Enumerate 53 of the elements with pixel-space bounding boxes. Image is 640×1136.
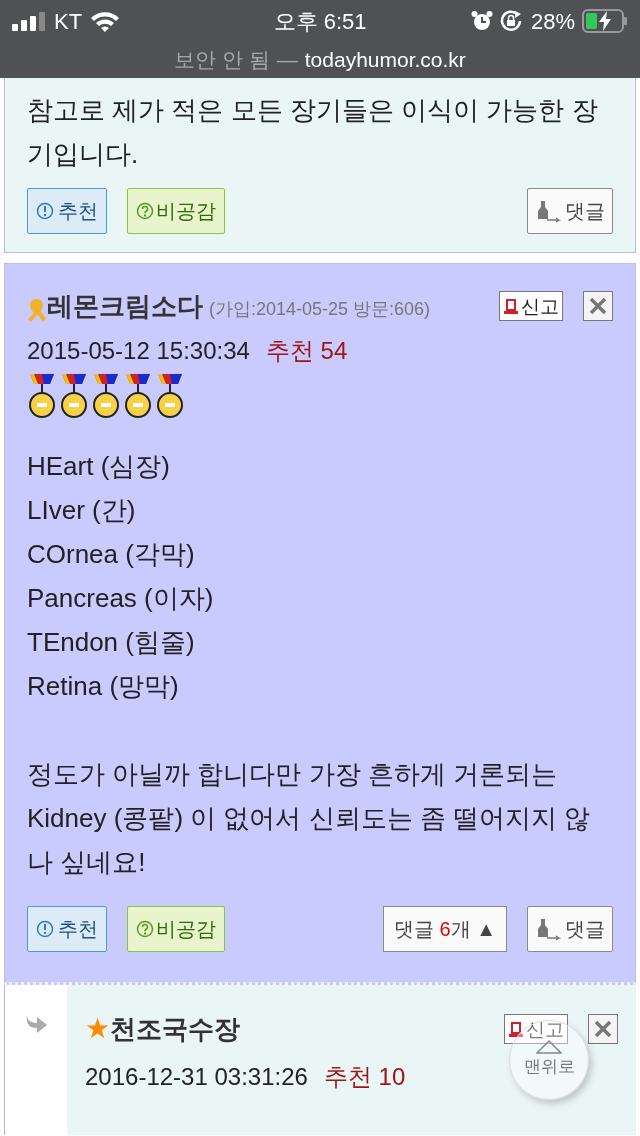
security-label: 보안 안 됨 <box>174 47 270 74</box>
star-mark: ★ <box>85 1012 110 1046</box>
close-button[interactable] <box>583 291 613 321</box>
post-date: 2016-12-31 03:31:26 <box>85 1062 308 1092</box>
author-name: 천조국수장 <box>110 1012 240 1046</box>
comment-text: 참고로 제가 적은 모든 장기들은 이식이 가능한 장기입니다. <box>27 94 599 171</box>
dislike-button[interactable]: 비공감 <box>127 188 225 234</box>
reply-button[interactable]: 댓글 <box>527 906 613 952</box>
exclamation-icon <box>36 920 54 938</box>
question-icon <box>136 202 154 220</box>
reply-button[interactable]: 댓글 <box>527 188 613 234</box>
battery-percent: 28% <box>530 7 575 36</box>
exclamation-icon <box>36 202 54 220</box>
medal-icon <box>155 374 185 420</box>
recommend-button[interactable]: 추천 <box>27 906 107 952</box>
close-icon <box>594 1020 612 1038</box>
comment-line: HEart (심장) <box>27 450 171 483</box>
comment-line: Retina (망막) <box>27 670 180 703</box>
member-info: (가입:2014-05-25 방문:606) <box>209 297 431 321</box>
siren-icon <box>508 1020 524 1038</box>
dislike-button[interactable]: 비공감 <box>127 906 225 952</box>
separator-dash: — <box>276 47 298 74</box>
bell-arrow-icon <box>535 917 563 941</box>
medal-icon <box>27 374 57 420</box>
comment-line: TEndon (힘줄) <box>27 626 196 659</box>
bell-arrow-icon <box>535 199 563 223</box>
comment-text: 정도가 아닐까 합니다만 가장 흔하게 거론되는 Kidney (콩팥) 이 없어서 신뢰도는 좀 떨어지지 않나 싶네요! <box>27 758 592 879</box>
comments-toggle-button[interactable]: 댓글 6개 ▲ <box>382 906 507 952</box>
question-icon <box>136 920 154 938</box>
url-text: todayhumor.co.kr <box>304 47 466 74</box>
report-button[interactable]: 신고 <box>504 1014 568 1044</box>
rotation-lock-icon <box>499 10 524 32</box>
signal-icon <box>12 11 46 31</box>
post-date: 2015-05-12 15:30:34 <box>27 336 250 366</box>
comment-line: LIver (간) <box>27 494 137 527</box>
siren-icon <box>503 297 519 315</box>
report-button[interactable]: 신고 <box>499 291 563 321</box>
close-button[interactable] <box>588 1014 618 1044</box>
up-triangle-icon <box>536 1040 562 1055</box>
medal-icon <box>59 374 89 420</box>
recommend-count: 추천 54 <box>265 336 348 366</box>
carrier-name: KT <box>54 7 83 36</box>
alarm-icon <box>470 10 493 32</box>
author-name: 레몬크림소다 <box>47 289 203 323</box>
recommend-count: 추천 10 <box>323 1062 406 1092</box>
medal-icon <box>91 374 121 420</box>
comment-line: COrnea (각막) <box>27 538 196 571</box>
wifi-icon <box>90 10 121 32</box>
clock-time: 오후 6:51 <box>272 7 368 36</box>
close-icon <box>589 297 607 315</box>
recommend-button[interactable]: 추천 <box>27 188 107 234</box>
medal-icon <box>123 374 153 420</box>
comment-line: Pancreas (이자) <box>27 582 215 615</box>
